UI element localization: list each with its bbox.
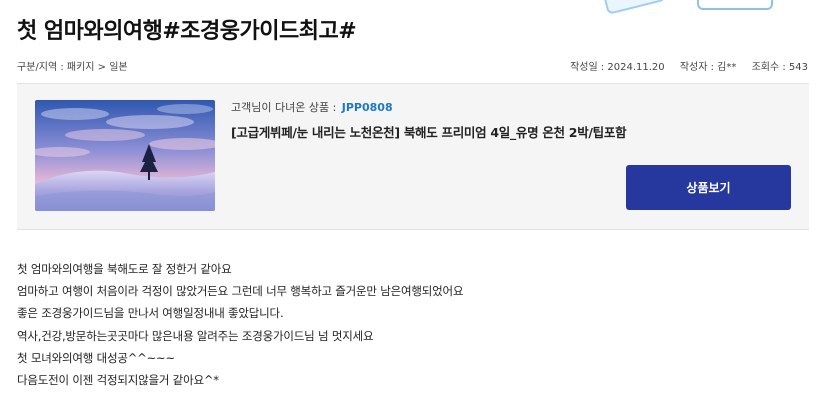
post-author: 작성자 : 김** [679, 62, 737, 73]
page-title: 첫 엄마와의여행#조경웅가이드최고# [17, 19, 357, 44]
decorative-shape-right [697, 0, 773, 10]
product-code: JPP0808 [341, 101, 393, 114]
breadcrumb: 구분/지역 : 패키지 > 일본 [17, 62, 128, 73]
product-name[interactable]: [고급게뷔페/눈 내리는 노천온천] 북해도 프리미엄 4일_유명 온천 2박/… [231, 122, 627, 141]
post-info: 작성일 : 2024.11.20 작성자 : 김** 조회수 : 543 [558, 58, 808, 73]
review-line: 엄마하고 여행이 처음이라 걱정이 많았거든요 그런데 너무 행복하고 즐거운만… [17, 284, 464, 299]
review-line: 첫 모녀와의여행 대성공^^~~~ [17, 350, 175, 365]
decorative-shape-left [601, 0, 667, 15]
review-body: 첫 엄마와의여행을 북해도로 잘 정한거 같아요 엄마하고 여행이 처음이라 걱… [17, 258, 797, 391]
review-line: 첫 엄마와의여행을 북해도로 잘 정한거 같아요 [17, 262, 232, 276]
product-thumbnail[interactable] [35, 100, 215, 211]
review-line: 다음도전이 이젠 걱정되지않을거 같아요^* [17, 373, 219, 388]
post-date: 작성일 : 2024.11.20 [570, 62, 665, 73]
product-label: 고객님이 다녀온 상품 : JPP0808 [231, 99, 393, 115]
view-product-button[interactable]: 상품보기 [626, 165, 791, 210]
product-label-text: 고객님이 다녀온 상품 : [231, 101, 337, 114]
post-views: 조회수 : 543 [751, 62, 808, 73]
review-line: 좋은 조경웅가이드님을 만나서 여행일정내내 좋았답니다. [17, 306, 284, 321]
post-meta: 구분/지역 : 패키지 > 일본 작성일 : 2024.11.20 작성자 : … [17, 58, 808, 74]
review-line: 역사,건강,방문하는곳곳마다 많은내용 알려주는 조경웅가이드님 넘 멋지세요 [17, 328, 374, 343]
product-card: 고객님이 다녀온 상품 : JPP0808 [고급게뷔페/눈 내리는 노천온천]… [17, 83, 809, 230]
